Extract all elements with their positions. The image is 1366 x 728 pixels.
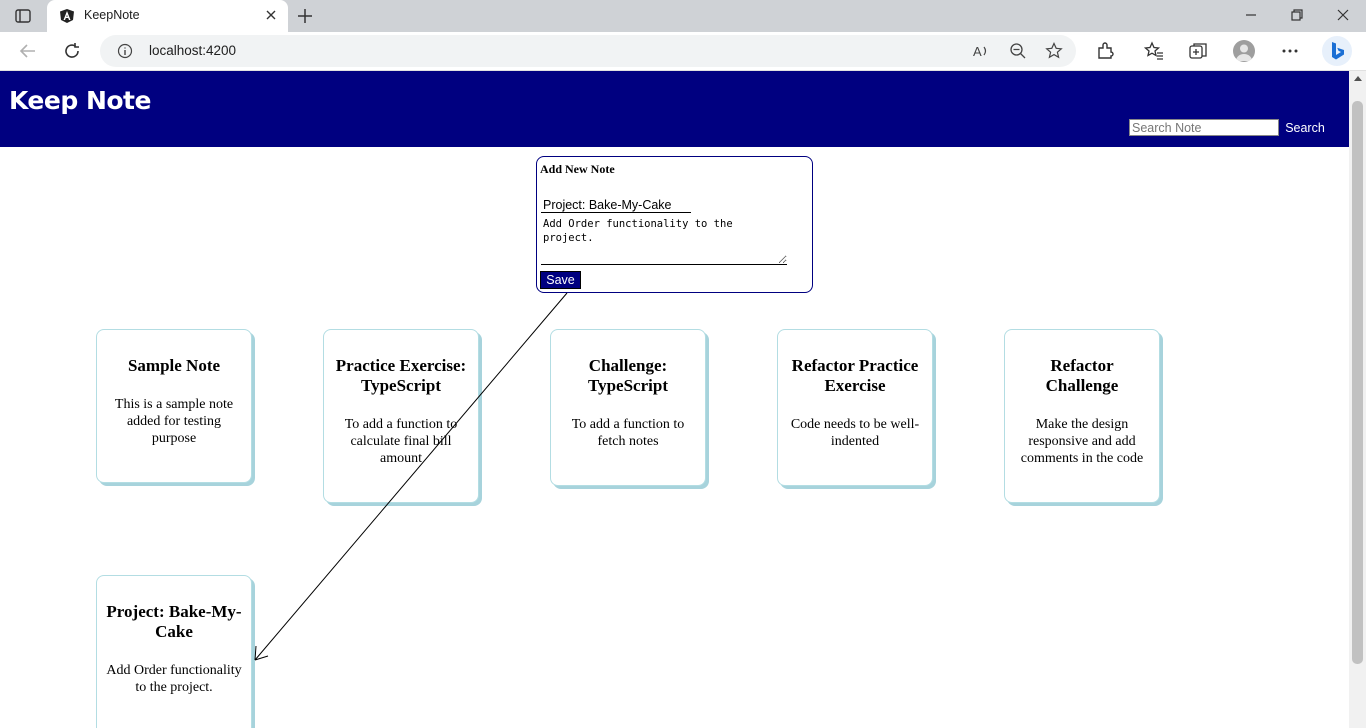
search-input[interactable] (1129, 119, 1279, 136)
note-text: To add a function to calculate final bil… (344, 417, 458, 466)
extensions-icon[interactable] (1095, 41, 1115, 61)
svg-text:A: A (973, 44, 982, 59)
bing-icon (1332, 42, 1344, 60)
profile-icon (1236, 44, 1252, 61)
back-icon[interactable] (18, 41, 38, 61)
page-viewport: Keep Note Search Add New Note Add Order … (0, 71, 1366, 728)
refresh-icon[interactable] (62, 41, 82, 61)
zoom-out-icon[interactable] (1009, 42, 1027, 60)
browser-tab-active[interactable]: KeepNote (47, 0, 288, 32)
site-info-icon[interactable] (117, 43, 133, 59)
vertical-scrollbar[interactable] (1349, 71, 1366, 728)
note-card[interactable]: Sample Note This is a sample note added … (96, 329, 252, 483)
note-text: Make the design responsive and add comme… (1020, 417, 1144, 466)
new-tab-icon[interactable] (297, 8, 313, 24)
tab-actions-icon[interactable] (14, 7, 32, 25)
tab-title: KeepNote (84, 8, 140, 22)
note-title: Project: Bake-My-Cake (106, 602, 242, 641)
browser-tab-bar: KeepNote (0, 0, 1366, 32)
minimize-icon[interactable] (1244, 8, 1258, 22)
save-button[interactable]: Save (540, 271, 581, 289)
note-text: Add Order functionality to the project. (106, 663, 242, 695)
add-note-form: Add New Note Add Order functionality to … (536, 156, 813, 293)
note-text: To add a function to fetch notes (571, 417, 685, 449)
close-tab-icon[interactable] (264, 8, 278, 22)
read-aloud-icon[interactable]: A (972, 42, 990, 60)
scroll-up-icon[interactable] (1354, 75, 1362, 81)
favorites-icon[interactable] (1144, 41, 1164, 61)
note-card[interactable]: Challenge: TypeScript To add a function … (550, 329, 706, 486)
app-brand: Keep Note (9, 86, 151, 115)
more-options-icon[interactable] (1280, 41, 1300, 61)
collections-icon[interactable] (1188, 41, 1208, 61)
note-card[interactable]: Refactor Practice Exercise Code needs to… (777, 329, 933, 486)
note-title: Refactor Practice Exercise (791, 356, 919, 395)
add-note-heading: Add New Note (540, 162, 615, 176)
note-title: Sample Note (127, 356, 221, 375)
close-window-icon[interactable] (1336, 8, 1350, 22)
note-title: Practice Exercise: TypeScript (335, 356, 467, 395)
profile-avatar[interactable] (1233, 40, 1255, 62)
angular-logo-icon (60, 9, 74, 23)
browser-toolbar: localhost:4200 A (0, 32, 1366, 71)
search-button[interactable]: Search (1280, 118, 1330, 137)
note-title: Refactor Challenge (1045, 356, 1119, 395)
add-favorite-icon[interactable] (1045, 42, 1063, 60)
restore-icon[interactable] (1290, 8, 1304, 22)
app-header: Keep Note Search (0, 71, 1349, 147)
note-text: Code needs to be well-indented (790, 417, 920, 449)
scrollbar-thumb[interactable] (1352, 101, 1363, 664)
copilot-button[interactable] (1322, 36, 1352, 66)
note-card[interactable]: Project: Bake-My-Cake Add Order function… (96, 575, 252, 728)
note-body-textarea[interactable]: Add Order functionality to the project. (541, 216, 787, 265)
note-text: This is a sample note added for testing … (114, 397, 234, 446)
note-card[interactable]: Practice Exercise: TypeScript To add a f… (323, 329, 479, 503)
note-card[interactable]: Refactor Challenge Make the design respo… (1004, 329, 1160, 503)
note-title: Challenge: TypeScript (588, 356, 668, 395)
address-bar[interactable]: localhost:4200 A (100, 35, 1076, 67)
note-title-input[interactable] (541, 197, 691, 213)
address-url[interactable]: localhost:4200 (149, 43, 236, 58)
